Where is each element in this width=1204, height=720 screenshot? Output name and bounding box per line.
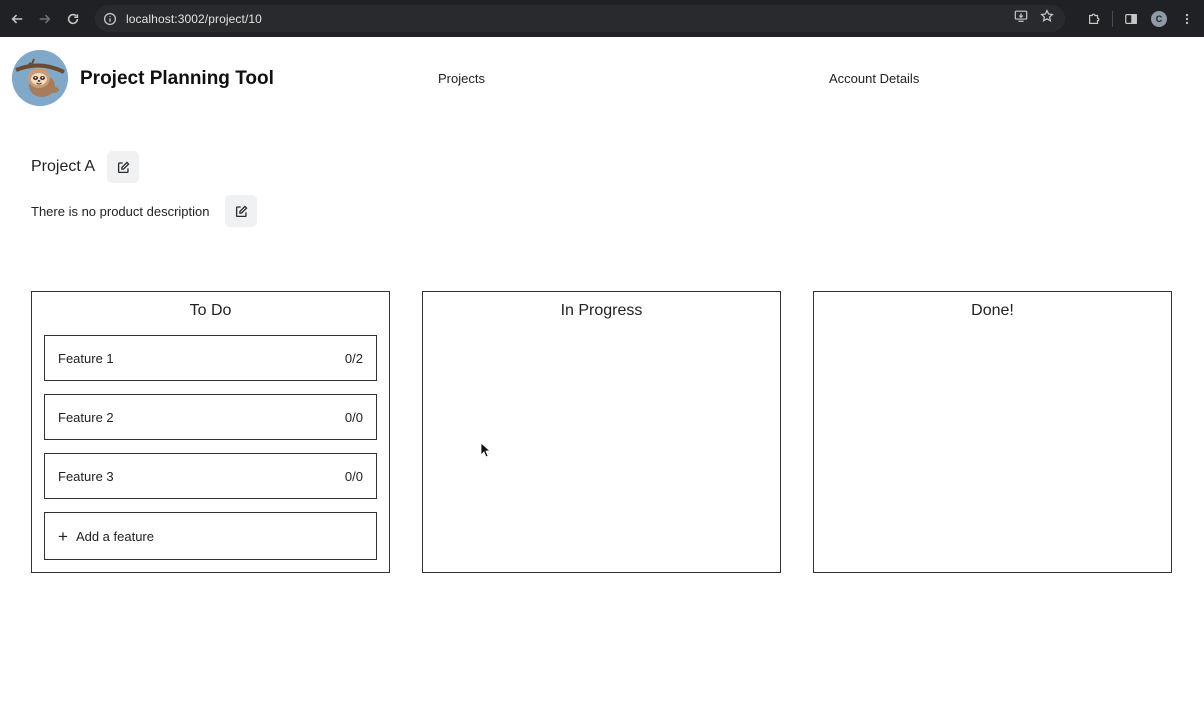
- arrow-left-icon: [11, 14, 23, 23]
- column-in-progress: In Progress: [422, 291, 781, 573]
- column-title: Done!: [971, 302, 1014, 319]
- edit-icon: [117, 161, 129, 173]
- edit-project-name-button[interactable]: [107, 151, 139, 183]
- arrow-right-icon: [39, 14, 51, 23]
- info-icon[interactable]: [103, 12, 117, 26]
- reload-button[interactable]: [59, 5, 87, 33]
- nav-projects-link[interactable]: Projects: [438, 71, 485, 86]
- add-feature-button[interactable]: + Add a feature: [44, 512, 377, 560]
- feature-card[interactable]: Feature 1 0/2: [44, 335, 377, 381]
- profile-button[interactable]: C: [1145, 5, 1173, 33]
- mouse-cursor-icon: [480, 442, 490, 458]
- nav-account-details-link[interactable]: Account Details: [829, 71, 919, 86]
- feature-label: Feature 1: [58, 350, 114, 366]
- column-todo: To Do Feature 1 0/2 Feature 2 0/0 Featur…: [31, 291, 390, 573]
- address-bar[interactable]: localhost:3002/project/10: [95, 5, 1065, 32]
- plus-icon: +: [58, 526, 68, 546]
- url-text[interactable]: localhost:3002/project/10: [126, 12, 262, 26]
- edit-icon: [235, 205, 247, 217]
- kebab-menu-icon: [1185, 13, 1189, 24]
- project-description: There is no product description: [31, 204, 210, 219]
- star-icon[interactable]: [1040, 9, 1054, 28]
- browser-toolbar: localhost:3002/project/10 C: [0, 0, 1204, 37]
- add-feature-label: Add a feature: [75, 528, 154, 544]
- reload-icon: [67, 13, 79, 24]
- app-logo[interactable]: [12, 50, 68, 106]
- avatar: C: [1151, 10, 1167, 27]
- column-done: Done!: [813, 291, 1172, 573]
- feature-task-count: 0/0: [344, 409, 363, 425]
- column-title: To Do: [189, 302, 232, 319]
- app-header: Project Planning Tool Projects Account D…: [0, 37, 1204, 119]
- side-panel-icon: [1125, 13, 1137, 24]
- install-app-icon[interactable]: [1014, 9, 1028, 28]
- feature-card[interactable]: Feature 3 0/0: [44, 453, 377, 499]
- feature-task-count: 0/0: [344, 468, 363, 484]
- forward-button[interactable]: [31, 5, 59, 33]
- side-panel-button[interactable]: [1117, 5, 1145, 33]
- sloth-logo-icon: [12, 50, 68, 106]
- feature-label: Feature 3: [58, 468, 114, 484]
- puzzle-icon: [1089, 13, 1100, 24]
- feature-task-count: 0/2: [344, 350, 363, 366]
- toolbar-divider: [1112, 10, 1113, 27]
- feature-card[interactable]: Feature 2 0/0: [44, 394, 377, 440]
- app-title: Project Planning Tool: [80, 68, 274, 89]
- project-title: Project A: [31, 158, 96, 175]
- column-title: In Progress: [560, 302, 643, 319]
- extensions-button[interactable]: [1080, 5, 1108, 33]
- back-button[interactable]: [3, 5, 31, 33]
- feature-label: Feature 2: [58, 409, 114, 425]
- edit-description-button[interactable]: [225, 195, 257, 227]
- menu-button[interactable]: [1173, 5, 1201, 33]
